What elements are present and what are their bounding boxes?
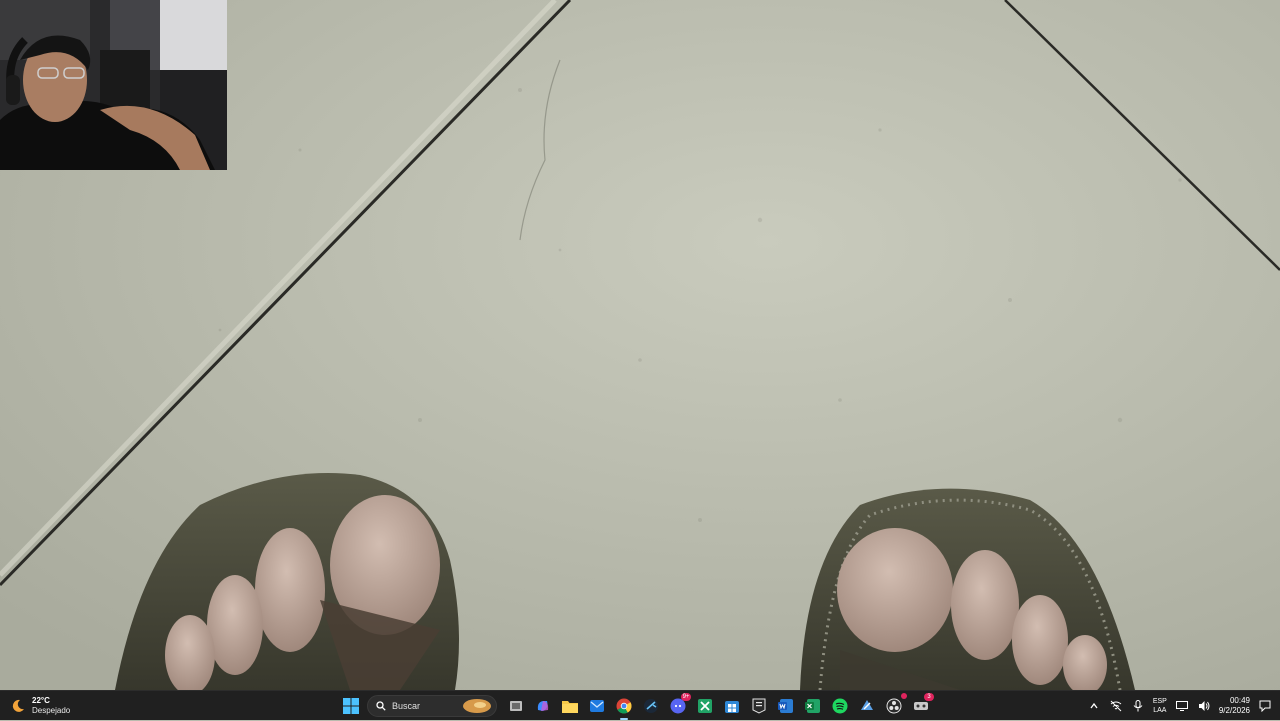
system-tray: ESP LAA 00:49 9/2/2026	[1087, 691, 1280, 721]
file-explorer-button[interactable]	[559, 695, 581, 717]
recorder-icon	[914, 702, 928, 710]
discord-button[interactable]: 9+	[667, 693, 691, 717]
recorder-badge: 3	[924, 693, 934, 701]
recorder-button[interactable]: 3	[910, 693, 934, 717]
word-button[interactable]	[775, 695, 797, 717]
webcam-background-wall	[160, 0, 227, 80]
start-button[interactable]	[340, 695, 362, 717]
weather-condition: Despejado	[32, 706, 71, 715]
taskbar: 22°C Despejado Buscar 9+ 3 ESP LAA 00:49…	[0, 690, 1280, 720]
steam-icon	[644, 699, 658, 713]
obs-live-dot	[901, 693, 907, 699]
search-icon	[376, 701, 386, 711]
volume-control[interactable]	[1197, 699, 1211, 713]
left-toe-2	[255, 528, 325, 652]
speaker-icon	[1198, 701, 1210, 711]
keyboard-layout: LAA	[1153, 707, 1167, 714]
clock-time: 00:49	[1229, 696, 1250, 705]
store-icon	[725, 701, 739, 713]
steam-button[interactable]	[640, 695, 662, 717]
spotify-button[interactable]	[829, 695, 851, 717]
task-view-button[interactable]	[505, 695, 527, 717]
steam-button-2[interactable]	[856, 695, 878, 717]
microphone-icon	[1133, 700, 1143, 712]
chrome-button[interactable]	[613, 695, 635, 720]
network-status[interactable]	[1109, 699, 1123, 713]
right-toe-2	[951, 550, 1019, 660]
store-button[interactable]	[721, 695, 743, 717]
clock-date: 9/2/2026	[1218, 706, 1250, 715]
spotify-icon	[832, 698, 848, 714]
discord-badge: 9+	[681, 693, 691, 701]
search-placeholder: Buscar	[392, 701, 421, 711]
copilot-button[interactable]	[532, 695, 554, 717]
clock[interactable]: 00:49 9/2/2026	[1219, 696, 1250, 716]
chrome-icon	[616, 698, 632, 714]
show-hidden-icons-button[interactable]	[1087, 699, 1101, 713]
outlook-button[interactable]	[586, 695, 608, 717]
copilot-icon	[537, 701, 549, 711]
search-highlight-icon	[463, 699, 491, 713]
weather-widget[interactable]: 22°C Despejado	[10, 695, 70, 717]
display-status[interactable]	[1175, 699, 1189, 713]
xbox-icon	[698, 699, 712, 713]
folder-icon	[562, 701, 578, 713]
mail-icon	[590, 700, 604, 712]
notification-icon	[1259, 700, 1271, 712]
headphone-cup	[6, 75, 20, 105]
excel-icon	[805, 699, 820, 713]
notifications-button[interactable]	[1258, 699, 1272, 713]
network-off-icon	[1110, 700, 1122, 712]
task-view-icon	[510, 701, 522, 711]
taskbar-apps: Buscar 9+ 3	[340, 693, 937, 720]
epic-games-button[interactable]	[748, 695, 770, 717]
obs-icon	[886, 698, 902, 714]
language-indicator[interactable]: ESP LAA	[1153, 697, 1167, 715]
right-big-toe	[837, 528, 953, 652]
weather-moon-icon	[12, 699, 24, 712]
excel-button[interactable]	[802, 695, 824, 717]
weather-temperature: 22°C	[32, 696, 50, 705]
left-toe-3	[207, 575, 263, 675]
webcam-overlay	[0, 0, 227, 170]
epic-games-icon	[752, 698, 766, 714]
right-toe-3	[1012, 595, 1068, 685]
language-code: ESP	[1152, 698, 1167, 705]
obs-button[interactable]	[883, 693, 907, 717]
webcam-feed	[0, 0, 227, 170]
microphone-status[interactable]	[1131, 699, 1145, 713]
search-box[interactable]: Buscar	[367, 695, 497, 717]
chevron-up-icon	[1090, 702, 1098, 709]
word-icon	[778, 699, 793, 713]
steam-icon	[861, 700, 873, 710]
monitor-icon	[1175, 701, 1188, 711]
windows-logo-icon	[343, 698, 359, 714]
xbox-button[interactable]	[694, 695, 716, 717]
